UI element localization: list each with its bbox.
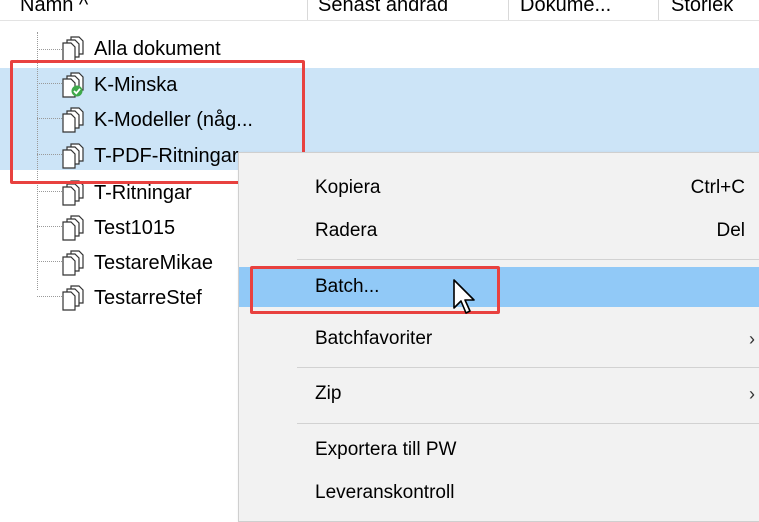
tree-item-label: T-Ritningar	[94, 182, 192, 204]
menu-item-label: Exportera till PW	[315, 439, 457, 460]
document-stack-checked-icon	[62, 72, 84, 98]
menu-separator	[297, 423, 759, 424]
tree-connector	[37, 32, 38, 290]
context-menu: Kopiera Ctrl+C Radera Del Batch... Batch…	[238, 152, 759, 522]
column-header-bar: Namn ^ Senast ändrad Dokume... Storlek	[0, 0, 759, 21]
document-stack-icon	[62, 285, 84, 311]
document-stack-icon	[62, 107, 84, 133]
submenu-arrow-icon: ›	[749, 384, 755, 404]
column-divider[interactable]	[307, 0, 308, 20]
menu-item-zip[interactable]: Zip ›	[239, 374, 759, 414]
tree-item-test1015[interactable]: Test1015	[60, 211, 240, 245]
menu-item-exportera-till-pw[interactable]: Exportera till PW	[239, 430, 759, 470]
tree-item-t-ritningar[interactable]: T-Ritningar	[60, 176, 240, 210]
menu-item-label: Zip	[315, 383, 342, 404]
menu-item-label: Batchfavoriter	[315, 328, 433, 349]
document-stack-icon	[62, 36, 84, 62]
column-header-size[interactable]: Storlek	[671, 0, 733, 20]
tree-connector	[37, 191, 62, 192]
menu-item-kopiera[interactable]: Kopiera Ctrl+C	[239, 168, 759, 208]
tree-item-label: K-Minska	[94, 74, 178, 96]
menu-item-label: Radera	[315, 220, 378, 241]
tree-item-label: TestarreStef	[94, 287, 202, 309]
tree-connector	[37, 261, 62, 262]
column-header-modified[interactable]: Senast ändrad	[318, 0, 448, 20]
tree-connector	[37, 226, 62, 227]
tree-item-label: Test1015	[94, 217, 176, 239]
tree-connector	[37, 83, 62, 84]
tree-item-testarrestef[interactable]: TestarreStef	[60, 281, 238, 315]
menu-item-shortcut: Del	[716, 220, 745, 241]
column-header-name[interactable]: Namn ^	[20, 0, 88, 20]
tree-item-label: K-Modeller (någ...	[94, 109, 253, 131]
menu-item-shortcut: Ctrl+C	[690, 177, 745, 198]
menu-item-label: Leveranskontroll	[315, 482, 455, 503]
tree-item-label: TestareMikae	[94, 252, 213, 274]
menu-separator	[297, 259, 759, 260]
mouse-cursor-icon	[453, 279, 475, 314]
tree-item-k-minska[interactable]: K-Minska	[60, 68, 300, 102]
tree-item-testaremikae[interactable]: TestareMikae	[60, 246, 238, 280]
tree-connector	[37, 49, 62, 50]
tree-item-alla-dokument[interactable]: Alla dokument	[60, 32, 280, 66]
document-stack-icon	[62, 180, 84, 206]
menu-item-leveranskontroll[interactable]: Leveranskontroll	[239, 473, 759, 513]
tree-connector	[37, 154, 62, 155]
menu-item-radera[interactable]: Radera Del	[239, 211, 759, 251]
submenu-arrow-icon: ›	[749, 329, 755, 349]
document-stack-icon	[62, 250, 84, 276]
tree-item-label: T-PDF-Ritningar	[94, 145, 239, 167]
menu-item-batch[interactable]: Batch...	[239, 267, 759, 307]
column-divider[interactable]	[508, 0, 509, 20]
tree-connector	[37, 296, 62, 297]
column-header-document[interactable]: Dokume...	[520, 0, 611, 20]
menu-separator	[297, 367, 759, 368]
document-stack-icon	[62, 215, 84, 241]
tree-item-label: Alla dokument	[94, 38, 221, 60]
menu-item-batchfavoriter[interactable]: Batchfavoriter ›	[239, 319, 759, 359]
menu-item-label: Batch...	[315, 276, 380, 297]
column-divider[interactable]	[658, 0, 659, 20]
tree-item-k-modeller[interactable]: K-Modeller (någ...	[60, 103, 300, 137]
tree-connector	[37, 118, 62, 119]
document-stack-icon	[62, 143, 84, 169]
menu-item-label: Kopiera	[315, 177, 381, 198]
